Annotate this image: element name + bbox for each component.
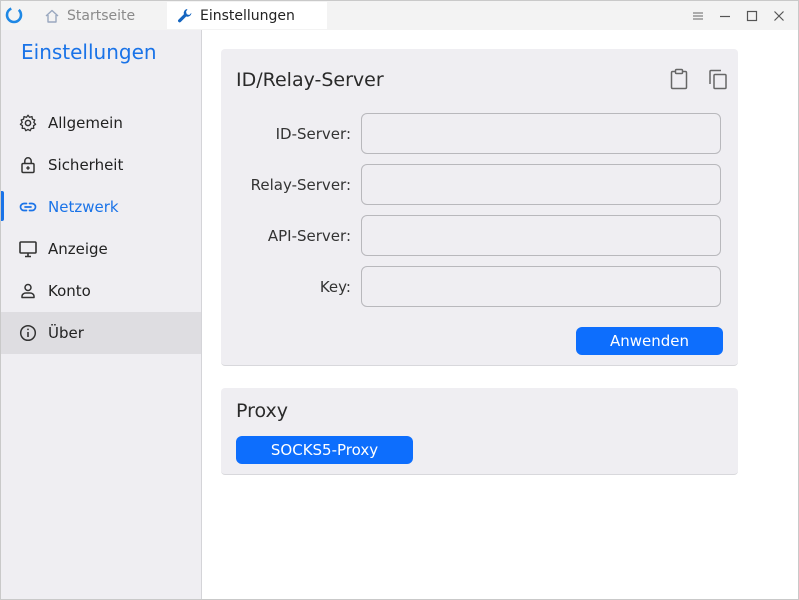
card-title: ID/Relay-Server bbox=[236, 69, 384, 91]
socks5-proxy-button[interactable]: SOCKS5-Proxy bbox=[236, 436, 413, 464]
home-icon bbox=[45, 9, 59, 23]
key-row: Key: bbox=[221, 266, 738, 309]
sidebar-title: Einstellungen bbox=[21, 40, 157, 64]
menu-icon bbox=[692, 12, 703, 20]
info-icon bbox=[19, 324, 37, 342]
gear-icon bbox=[19, 114, 37, 132]
relay-server-card: ID/Relay-Server ID-Server: Relay-Server: bbox=[221, 49, 738, 366]
sidebar-item-sicherheit[interactable]: Sicherheit bbox=[1, 144, 201, 186]
sidebar-item-ueber[interactable]: Über bbox=[1, 312, 201, 354]
maximize-icon bbox=[746, 10, 757, 22]
title-bar: Startseite Einstellungen bbox=[1, 1, 798, 30]
sidebar-item-allgemein[interactable]: Allgemein bbox=[1, 102, 201, 144]
sidebar-item-label: Anzeige bbox=[48, 240, 108, 258]
app-logo-icon bbox=[5, 6, 23, 24]
menu-button[interactable] bbox=[684, 5, 711, 27]
id-server-input[interactable] bbox=[361, 113, 721, 154]
tab-einstellungen[interactable]: Einstellungen bbox=[167, 2, 327, 29]
api-server-input[interactable] bbox=[361, 215, 721, 256]
clipboard-icon bbox=[670, 68, 688, 90]
close-icon bbox=[773, 11, 784, 21]
link-icon bbox=[19, 202, 37, 212]
sidebar-item-label: Über bbox=[48, 324, 84, 342]
apply-button[interactable]: Anwenden bbox=[576, 327, 723, 355]
api-server-row: API-Server: bbox=[221, 215, 738, 258]
sidebar-item-anzeige[interactable]: Anzeige bbox=[1, 228, 201, 270]
proxy-card: Proxy SOCKS5-Proxy bbox=[221, 388, 738, 475]
monitor-icon bbox=[19, 241, 37, 258]
sidebar: Einstellungen Allgemein Sicherheit Netzw… bbox=[1, 30, 202, 599]
sidebar-item-konto[interactable]: Konto bbox=[1, 270, 201, 312]
paste-button[interactable] bbox=[668, 68, 690, 90]
maximize-button[interactable] bbox=[738, 5, 765, 27]
relay-server-input[interactable] bbox=[361, 164, 721, 205]
copy-icon bbox=[709, 69, 727, 90]
relay-server-row: Relay-Server: bbox=[221, 164, 738, 207]
key-label: Key: bbox=[319, 278, 351, 296]
sidebar-item-label: Konto bbox=[48, 282, 91, 300]
sidebar-item-label: Netzwerk bbox=[48, 198, 119, 216]
user-icon bbox=[21, 283, 35, 299]
main-content: ID/Relay-Server ID-Server: Relay-Server: bbox=[202, 30, 798, 599]
api-server-label: API-Server: bbox=[267, 227, 351, 245]
tab-startseite[interactable]: Startseite bbox=[41, 2, 165, 29]
key-input[interactable] bbox=[361, 266, 721, 307]
window-controls bbox=[684, 5, 792, 27]
id-server-row: ID-Server: bbox=[221, 113, 738, 156]
app-window: Startseite Einstellungen Einstellungen A… bbox=[0, 0, 799, 600]
id-server-label: ID-Server: bbox=[275, 125, 351, 143]
relay-server-label: Relay-Server: bbox=[250, 176, 351, 194]
copy-button[interactable] bbox=[707, 68, 729, 90]
card-title: Proxy bbox=[236, 400, 289, 422]
minimize-button[interactable] bbox=[711, 5, 738, 27]
minimize-icon bbox=[719, 15, 730, 18]
sidebar-item-netzwerk[interactable]: Netzwerk bbox=[1, 186, 201, 228]
wrench-icon bbox=[178, 8, 192, 22]
sidebar-item-label: Sicherheit bbox=[48, 156, 124, 174]
sidebar-item-label: Allgemein bbox=[48, 114, 123, 132]
tab-label: Startseite bbox=[67, 7, 136, 24]
close-button[interactable] bbox=[765, 5, 792, 27]
lock-icon bbox=[21, 157, 35, 174]
tab-label: Einstellungen bbox=[200, 7, 295, 24]
